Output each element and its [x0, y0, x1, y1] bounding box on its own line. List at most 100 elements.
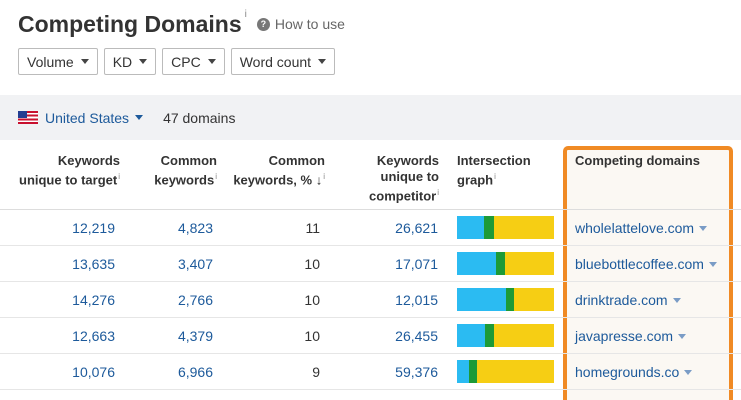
competing-domain-link[interactable]: javapresse.com	[575, 318, 687, 354]
col-header-line: Keywords	[376, 153, 439, 168]
col-header-line: Common	[268, 153, 325, 168]
keywords-unique-to-target-link[interactable]: 13,635	[72, 246, 115, 282]
col-header-line: Common	[160, 153, 217, 168]
competing-domain-link[interactable]: drinktrade.com	[575, 282, 681, 318]
graph-common-segment	[505, 288, 515, 311]
col-header-competing-domains: Competing domains	[575, 153, 700, 169]
col-header-intersection-graph: Intersection graphi	[457, 153, 531, 188]
col-header-line: unique to target	[19, 172, 118, 188]
competing-domain-link[interactable]: homegrounds.co	[575, 354, 693, 390]
competing-domain-link[interactable]: bluebottlecoffee.com	[575, 246, 717, 282]
common-keywords-link[interactable]: 6,966	[178, 354, 213, 390]
info-icon[interactable]: i	[437, 188, 439, 197]
competing-domain-label: javapresse.com	[575, 328, 674, 344]
page-title-row: Competing Domains i ? How to use	[18, 8, 345, 40]
col-header-line: keywords	[154, 172, 215, 188]
keywords-unique-to-target-link[interactable]: 12,663	[72, 318, 115, 354]
page-title: Competing Domains	[18, 11, 242, 37]
kd-filter-button[interactable]: KD	[103, 48, 157, 75]
sort-desc-icon: ↓	[315, 172, 323, 188]
intersection-graph	[457, 288, 554, 311]
kd-filter-label: KD	[112, 53, 133, 70]
title-info-icon[interactable]: i	[245, 8, 247, 22]
graph-unique-competitor-segment	[514, 288, 554, 311]
chevron-down-icon	[318, 59, 327, 64]
question-circle-icon: ?	[256, 17, 270, 31]
country-selector[interactable]: United States	[45, 110, 129, 126]
table-row: 12,219 4,823 11 26,621 wholelattelove.com	[0, 210, 741, 246]
intersection-graph	[457, 216, 554, 239]
competing-domain-link[interactable]: wholelattelove.com	[575, 210, 708, 246]
info-icon[interactable]: i	[118, 172, 120, 181]
chevron-down-icon[interactable]	[684, 369, 693, 375]
info-icon[interactable]: i	[494, 172, 496, 181]
graph-unique-competitor-segment	[505, 252, 554, 275]
col-header-keywords-unique-to-competitor[interactable]: Keywords unique to competitori	[369, 153, 439, 204]
volume-filter-button[interactable]: Volume	[18, 48, 98, 75]
intersection-graph	[457, 360, 554, 383]
col-header-common-keywords-pct[interactable]: Common keywords, % ↓i	[233, 153, 325, 188]
common-keywords-pct: 10	[304, 328, 320, 344]
graph-common-segment	[485, 324, 494, 347]
chevron-down-icon[interactable]	[678, 333, 687, 339]
us-flag-icon	[18, 111, 38, 124]
chevron-down-icon[interactable]	[699, 225, 708, 231]
col-header-line: Intersection	[457, 153, 531, 168]
graph-unique-target-segment	[457, 216, 485, 239]
table-header: Keywords unique to targeti Common keywor…	[0, 140, 741, 210]
graph-unique-target-segment	[457, 324, 486, 347]
chevron-down-icon	[80, 59, 89, 64]
common-keywords-link[interactable]: 4,823	[178, 210, 213, 246]
common-keywords-pct: 10	[304, 292, 320, 308]
common-keywords-link[interactable]: 4,379	[178, 318, 213, 354]
cpc-filter-button[interactable]: CPC	[162, 48, 225, 75]
keywords-unique-to-competitor-link[interactable]: 17,071	[395, 246, 438, 282]
filter-bar: Volume KD CPC Word count	[18, 48, 336, 75]
info-icon[interactable]: i	[323, 172, 325, 181]
common-keywords-pct: 11	[305, 220, 320, 236]
intersection-graph	[457, 324, 554, 347]
keywords-unique-to-target-link[interactable]: 10,076	[72, 354, 115, 390]
word-count-filter-button[interactable]: Word count	[230, 48, 336, 75]
word-count-filter-label: Word count	[239, 53, 312, 70]
competing-domain-label: bluebottlecoffee.com	[575, 256, 704, 272]
chevron-down-icon[interactable]	[135, 115, 144, 120]
keywords-unique-to-competitor-link[interactable]: 26,621	[395, 210, 438, 246]
how-to-use-link[interactable]: ? How to use	[256, 8, 345, 40]
common-keywords-pct: 9	[312, 364, 320, 380]
graph-unique-competitor-segment	[493, 216, 554, 239]
graph-unique-target-segment	[457, 360, 469, 383]
keywords-unique-to-competitor-link[interactable]: 59,376	[395, 354, 438, 390]
keywords-unique-to-competitor-link[interactable]: 26,455	[395, 318, 438, 354]
graph-common-segment	[495, 252, 506, 275]
competing-domain-label: drinktrade.com	[575, 292, 668, 308]
competing-domain-label: homegrounds.co	[575, 364, 680, 380]
graph-common-segment	[468, 360, 478, 383]
common-keywords-link[interactable]: 3,407	[178, 246, 213, 282]
col-header-common-keywords[interactable]: Common keywordsi	[154, 153, 217, 188]
table-row: 14,276 2,766 10 12,015 drinktrade.com	[0, 282, 741, 318]
chevron-down-icon[interactable]	[672, 297, 681, 303]
graph-unique-competitor-segment	[477, 360, 554, 383]
info-bar: United States 47 domains	[0, 95, 741, 140]
keywords-unique-to-target-link[interactable]: 12,219	[72, 210, 115, 246]
chevron-down-icon[interactable]	[708, 261, 717, 267]
table-row: 12,663 4,379 10 26,455 javapresse.com	[0, 318, 741, 354]
common-keywords-pct: 10	[304, 256, 320, 272]
col-header-keywords-unique-to-target[interactable]: Keywords unique to targeti	[19, 153, 120, 188]
graph-unique-competitor-segment	[493, 324, 554, 347]
chevron-down-icon	[139, 59, 148, 64]
competing-domain-label: wholelattelove.com	[575, 220, 695, 236]
col-header-line: Keywords	[57, 153, 120, 168]
table-row: 13,635 3,407 10 17,071 bluebottlecoffee.com	[0, 246, 741, 282]
col-header-line: graph	[457, 172, 494, 188]
how-to-use-label: How to use	[274, 16, 345, 32]
keywords-unique-to-competitor-link[interactable]: 12,015	[395, 282, 438, 318]
common-keywords-link[interactable]: 2,766	[178, 282, 213, 318]
intersection-graph	[457, 252, 554, 275]
info-icon[interactable]: i	[215, 172, 217, 181]
col-header-line: unique to	[380, 169, 440, 184]
volume-filter-label: Volume	[27, 53, 74, 70]
keywords-unique-to-target-link[interactable]: 14,276	[72, 282, 115, 318]
table-row: 10,076 6,966 9 59,376 homegrounds.co	[0, 354, 741, 390]
